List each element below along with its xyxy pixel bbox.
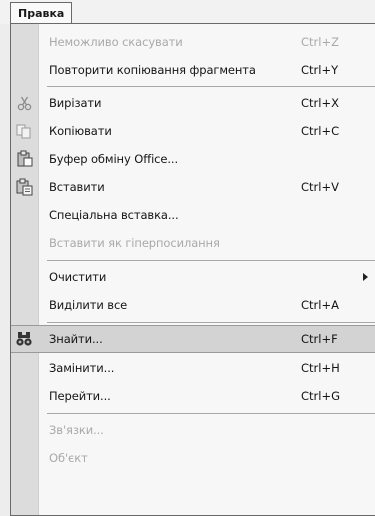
menu-item-shortcut: Ctrl+X [301,96,339,110]
copy-icon [15,122,34,140]
menu-item-label: Спеціальна вставка... [49,208,179,222]
menu-item-label: Зв'язки... [49,423,104,437]
menu-item-label: Очистити [49,270,107,284]
menu-item-label: Перейти... [49,389,111,403]
menu-item-clear[interactable]: Очистити [11,263,375,291]
cut-icon [15,94,34,112]
menu-item-office-clipboard[interactable]: Буфер обміну Office... [11,145,375,173]
menu-bar: Правка [0,0,375,24]
menu-item-select-all[interactable]: Виділити все Ctrl+A [11,291,375,319]
menu-item-label: Вставити [49,180,105,194]
menu-item-shortcut: Ctrl+C [301,124,340,138]
menu-item-label: Вставити як гіперпосилання [49,236,220,250]
menu-item-go-to[interactable]: Перейти... Ctrl+G [11,382,375,410]
menu-item-shortcut: Ctrl+A [301,298,339,312]
menu-item-paste-special[interactable]: Спеціальна вставка... [11,201,375,229]
menu-item-find[interactable]: Знайти... Ctrl+F [11,325,375,353]
screen: Правка Неможливо скасувати Ctrl+Z Повтор… [0,0,375,516]
menu-item-copy[interactable]: Копіювати Ctrl+C [11,117,375,145]
menu-item-shortcut: Ctrl+Y [301,63,339,77]
clipboard-icon [15,150,34,168]
menu-item-shortcut: Ctrl+G [301,389,341,403]
submenu-arrow-icon [363,273,368,281]
menu-item-label: Копіювати [49,124,112,138]
menu-item-undo[interactable]: Неможливо скасувати Ctrl+Z [11,28,375,56]
paste-icon [15,178,34,196]
menu-item-shortcut: Ctrl+F [301,332,338,346]
menu-item-label: Виділити все [49,298,128,312]
menu-item-shortcut: Ctrl+Z [301,35,339,49]
menu-separator [47,260,375,261]
edit-dropdown-menu: Неможливо скасувати Ctrl+Z Повторити коп… [10,23,375,516]
binoculars-icon [15,330,34,348]
menu-item-cut[interactable]: Вирізати Ctrl+X [11,89,375,117]
redo-icon [15,61,34,79]
menu-item-shortcut: Ctrl+V [301,180,339,194]
menu-item-object[interactable]: Об'єкт [11,444,375,472]
menu-item-label: Об'єкт [49,451,88,465]
menu-edit-label: Правка [18,7,65,20]
menu-separator [47,86,375,87]
menu-item-label: Вирізати [49,96,102,110]
menu-item-paste-as-hyperlink[interactable]: Вставити як гіперпосилання [11,229,375,257]
menu-item-label: Знайти... [49,332,103,346]
menu-separator [47,413,375,414]
menu-item-redo[interactable]: Повторити копіювання фрагмента Ctrl+Y [11,56,375,84]
menu-item-label: Повторити копіювання фрагмента [49,63,256,77]
menu-separator [47,322,375,323]
menu-item-replace[interactable]: Замінити... Ctrl+H [11,354,375,382]
menu-item-links[interactable]: Зв'язки... [11,416,375,444]
menu-item-label: Неможливо скасувати [49,35,183,49]
menu-item-label: Буфер обміну Office... [49,152,179,166]
menu-item-paste[interactable]: Вставити Ctrl+V [11,173,375,201]
menu-edit[interactable]: Правка [10,2,73,23]
menu-item-label: Замінити... [49,361,115,375]
menu-item-shortcut: Ctrl+H [301,361,340,375]
undo-icon [15,33,34,51]
